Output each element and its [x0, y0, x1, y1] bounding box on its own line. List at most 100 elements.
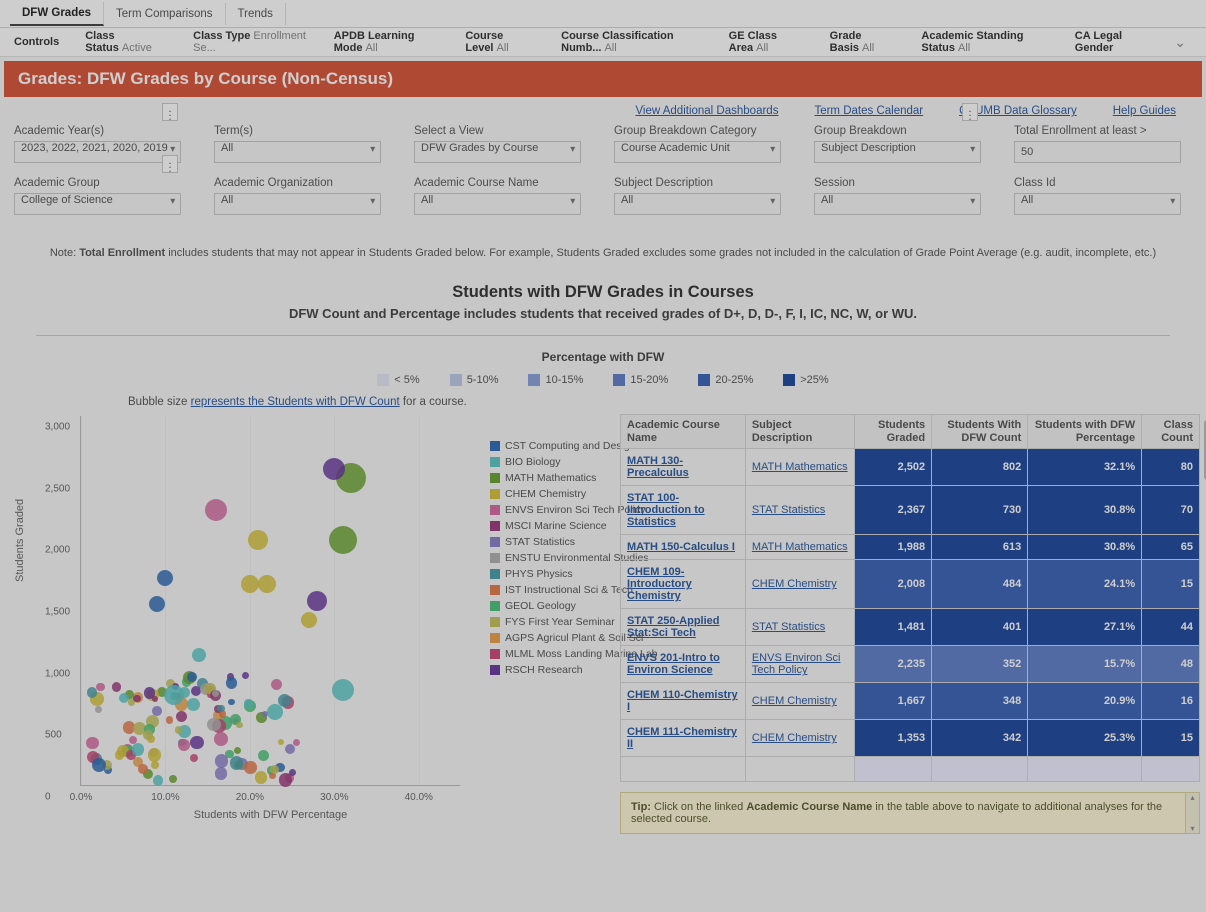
tip-scroll[interactable]: ▴ ▾: [1185, 793, 1199, 833]
bubble[interactable]: [192, 648, 206, 662]
course-name-link[interactable]: CHEM 111-Chemistry II: [621, 720, 746, 757]
bubble[interactable]: [157, 570, 173, 586]
bubble[interactable]: [230, 756, 244, 770]
table-header[interactable]: Subject Description: [745, 415, 854, 449]
course-name-link[interactable]: STAT 250-Applied Stat:Sci Tech: [621, 609, 746, 646]
filter-select[interactable]: All: [1014, 193, 1181, 215]
subject-link[interactable]: STAT Statistics: [745, 486, 854, 535]
bubble[interactable]: [187, 698, 200, 711]
course-name-link[interactable]: MATH 130-Precalculus: [621, 449, 746, 486]
course-name-link[interactable]: ENVS 201-Intro to Environ Science: [621, 646, 746, 683]
subject-link[interactable]: CHEM Chemistry: [745, 720, 854, 757]
bubble[interactable]: [278, 739, 284, 745]
ctrl-ge-area[interactable]: GE Class AreaAll: [729, 30, 804, 54]
filter-menu-icon[interactable]: ...: [962, 103, 978, 121]
pct-legend-item[interactable]: < 5%: [377, 374, 419, 386]
bubble[interactable]: [190, 754, 198, 762]
subject-link[interactable]: ENVS Environ Sci Tech Policy: [745, 646, 854, 683]
bubble[interactable]: [207, 718, 220, 731]
bubble[interactable]: [144, 687, 155, 698]
subject-link[interactable]: CHEM Chemistry: [745, 560, 854, 609]
filter-select[interactable]: All: [814, 193, 981, 215]
bubble[interactable]: [234, 747, 242, 755]
bubble[interactable]: [248, 530, 268, 550]
table-header[interactable]: Class Count: [1142, 415, 1200, 449]
ctrl-class-type[interactable]: Class TypeEnrollment Se...: [193, 30, 308, 54]
ctrl-ca-legal-gender[interactable]: CA Legal Gender: [1075, 30, 1149, 54]
bubble[interactable]: [169, 775, 177, 783]
pct-legend-item[interactable]: 20-25%: [698, 374, 753, 386]
filter-select[interactable]: Course Academic Unit: [614, 141, 781, 163]
ctrl-course-level[interactable]: Course LevelAll: [465, 30, 535, 54]
bubble[interactable]: [242, 672, 249, 679]
scatter-chart[interactable]: Students Graded Students with DFW Percen…: [50, 416, 608, 816]
ctrl-academic-standing[interactable]: Academic Standing StatusAll: [921, 30, 1048, 54]
bubble[interactable]: [178, 739, 190, 751]
scatter-caption-link[interactable]: represents the Students with DFW Count: [191, 396, 400, 408]
bubble[interactable]: [241, 575, 259, 593]
link-help-guides[interactable]: Help Guides: [1113, 105, 1176, 117]
table-header[interactable]: Academic Course Name: [621, 415, 746, 449]
bubble[interactable]: [148, 748, 161, 761]
bubble[interactable]: [166, 716, 173, 723]
bubble[interactable]: [332, 679, 354, 701]
bubble[interactable]: [301, 612, 317, 628]
bubble[interactable]: [153, 775, 164, 786]
bubble[interactable]: [236, 722, 242, 728]
filter-menu-icon[interactable]: ...: [162, 103, 178, 121]
table-header[interactable]: Students Graded: [855, 415, 932, 449]
subject-link[interactable]: CHEM Chemistry: [745, 683, 854, 720]
bubble[interactable]: [190, 736, 204, 750]
tab-trends[interactable]: Trends: [226, 3, 286, 25]
filter-select[interactable]: Subject Description: [814, 141, 981, 163]
ctrl-grade-basis[interactable]: Grade BasisAll: [830, 30, 896, 54]
bubble[interactable]: [279, 773, 293, 787]
bubble[interactable]: [244, 761, 256, 773]
bubble[interactable]: [329, 526, 357, 554]
course-name-link[interactable]: MATH 150-Calculus I: [621, 535, 746, 560]
controls-expand-icon[interactable]: ⌄: [1174, 34, 1192, 51]
bubble[interactable]: [267, 704, 283, 720]
bubble[interactable]: [215, 754, 228, 767]
bubble[interactable]: [143, 730, 153, 740]
subject-link[interactable]: STAT Statistics: [745, 609, 854, 646]
filter-menu-icon[interactable]: ...: [162, 155, 178, 173]
bubble[interactable]: [187, 672, 197, 682]
filter-select[interactable]: DFW Grades by Course: [414, 141, 581, 163]
bubble[interactable]: [228, 699, 235, 706]
subject-link[interactable]: MATH Mathematics: [745, 535, 854, 560]
tab-dfw-grades[interactable]: DFW Grades: [10, 2, 104, 26]
tab-term-comparisons[interactable]: Term Comparisons: [104, 3, 226, 25]
bubble[interactable]: [255, 771, 267, 783]
filter-select[interactable]: 2023, 2022, 2021, 2020, 2019: [14, 141, 181, 163]
bubble[interactable]: [270, 765, 279, 774]
filter-select[interactable]: All: [614, 193, 781, 215]
bubble[interactable]: [164, 685, 184, 705]
bubble[interactable]: [212, 690, 219, 697]
bubble[interactable]: [112, 682, 122, 692]
bubble[interactable]: [215, 767, 227, 779]
link-term-dates[interactable]: Term Dates Calendar: [814, 105, 923, 117]
table-header[interactable]: Students With DFW Count: [932, 415, 1028, 449]
bubble[interactable]: [258, 575, 276, 593]
bubble[interactable]: [86, 737, 98, 749]
filter-select[interactable]: All: [214, 141, 381, 163]
filter-select[interactable]: All: [414, 193, 581, 215]
bubble[interactable]: [271, 679, 282, 690]
pct-legend-item[interactable]: 15-20%: [613, 374, 668, 386]
bubble[interactable]: [258, 750, 269, 761]
bubble[interactable]: [176, 711, 187, 722]
pct-legend-item[interactable]: >25%: [783, 374, 828, 386]
link-additional-dashboards[interactable]: View Additional Dashboards: [635, 105, 778, 117]
subject-link[interactable]: MATH Mathematics: [745, 449, 854, 486]
bubble[interactable]: [307, 591, 327, 611]
bubble[interactable]: [132, 743, 144, 755]
pct-legend-item[interactable]: 10-15%: [528, 374, 583, 386]
bubble[interactable]: [226, 677, 237, 688]
course-name-link[interactable]: STAT 100-Introduction to Statistics: [621, 486, 746, 535]
bubble[interactable]: [205, 499, 227, 521]
filter-input[interactable]: [1014, 141, 1181, 163]
bubble[interactable]: [138, 764, 148, 774]
bubble[interactable]: [96, 683, 105, 692]
bubble[interactable]: [151, 761, 159, 769]
